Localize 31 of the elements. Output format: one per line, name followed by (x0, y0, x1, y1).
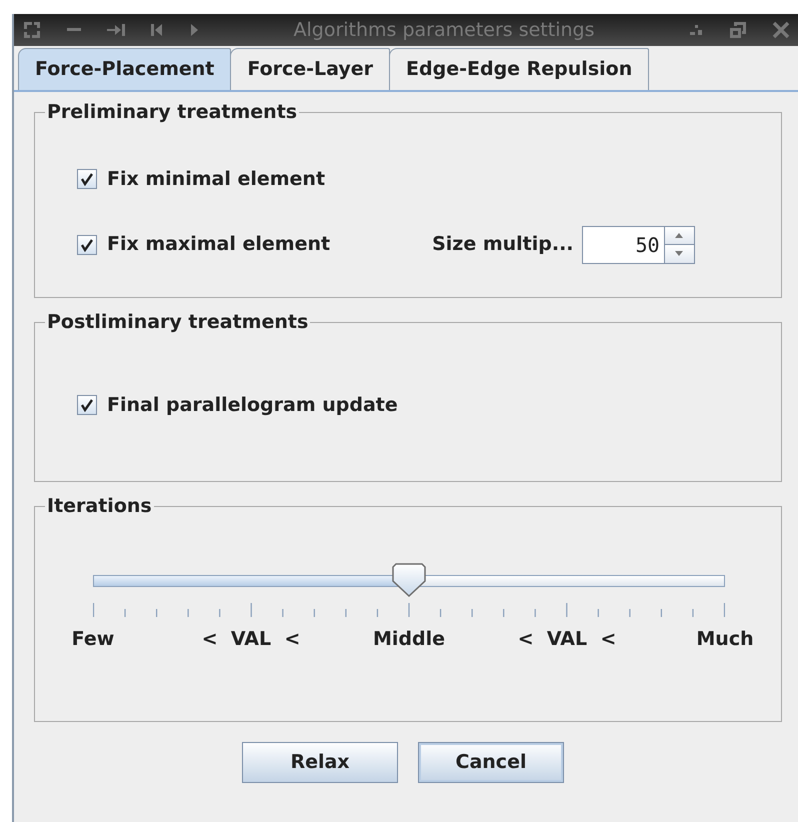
slider-track[interactable] (93, 575, 725, 587)
previous-icon[interactable] (150, 22, 164, 38)
next-icon[interactable] (188, 22, 200, 38)
slider-label: Much (696, 627, 754, 652)
cancel-button[interactable]: Cancel (418, 742, 564, 783)
checkbox[interactable] (77, 234, 97, 254)
tab[interactable]: Edge-Edge Repulsion (389, 48, 650, 90)
pin-icon[interactable] (106, 22, 126, 38)
tab[interactable]: Force-Placement (18, 48, 232, 90)
close-icon[interactable] (772, 21, 790, 39)
checkbox[interactable] (77, 395, 97, 416)
size-multiplier-label: Size multip... (432, 232, 574, 258)
slider-thumb[interactable] (392, 563, 426, 597)
restore-icon[interactable] (728, 20, 748, 40)
checkbox-label: Final parallelogram update (107, 393, 398, 418)
checkbox[interactable] (77, 169, 97, 190)
dock-icon[interactable] (688, 22, 704, 38)
slider-label: Few (72, 627, 114, 652)
down-arrow-icon (675, 251, 684, 256)
relax-button[interactable]: Relax (242, 742, 398, 783)
menu-icon[interactable] (22, 20, 42, 40)
slider-label: Middle (372, 627, 446, 652)
spin-down-button[interactable] (664, 244, 694, 262)
checkbox-label: Fix maximal element (107, 232, 330, 258)
window-title: Algorithms parameters settings (292, 18, 596, 43)
slider-label: < VAL < (202, 627, 300, 652)
checkbox-label: Fix minimal element (107, 167, 326, 192)
up-arrow-icon (675, 232, 684, 238)
slider-label: < VAL < (518, 627, 616, 652)
spin-up-button[interactable] (664, 226, 694, 244)
size-multiplier-field[interactable]: 50 (582, 226, 664, 264)
